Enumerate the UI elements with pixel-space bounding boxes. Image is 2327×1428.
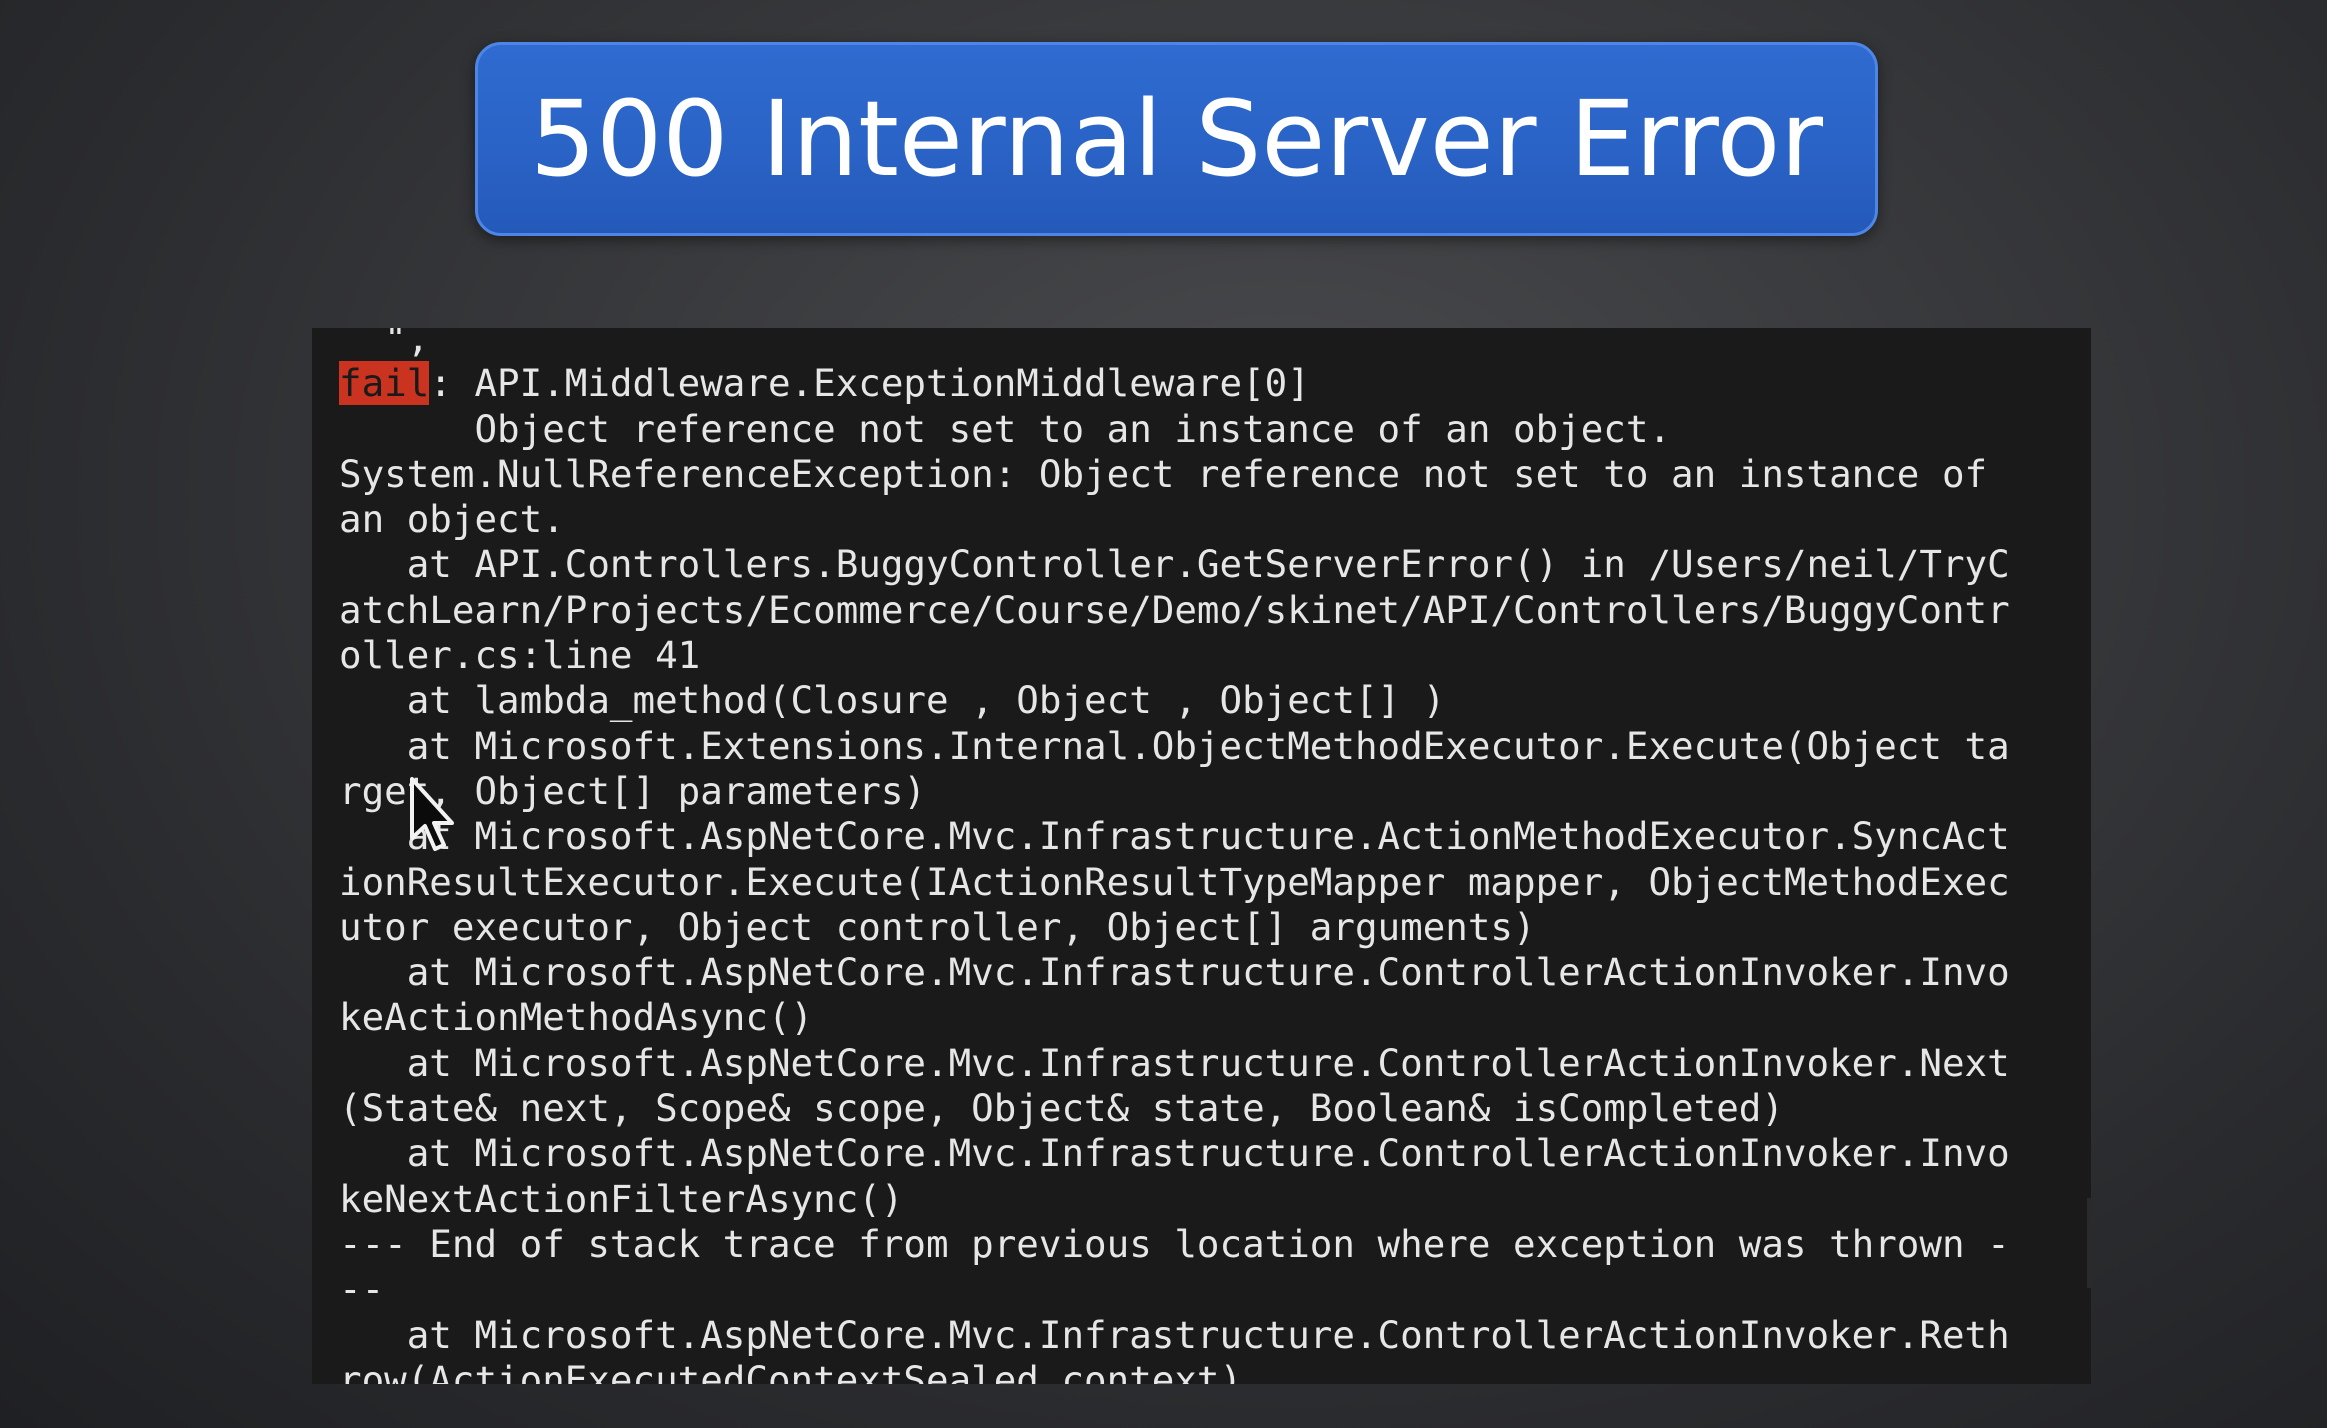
terminal-line-text: at lambda_method(Closure , Object , Obje… bbox=[339, 678, 1446, 723]
terminal-line-text: Object reference not set to an instance … bbox=[339, 406, 1672, 451]
terminal-line-text: ", bbox=[339, 328, 430, 360]
terminal-line: keActionMethodAsync() bbox=[339, 995, 2010, 1040]
terminal-line-text: row(ActionExecutedContextSealed context) bbox=[339, 1357, 1243, 1384]
mouse-pointer-icon bbox=[410, 777, 454, 851]
terminal-line: an object. bbox=[339, 497, 2010, 542]
terminal-line: System.NullReferenceException: Object re… bbox=[339, 452, 2010, 497]
terminal-line: at Microsoft.AspNetCore.Mvc.Infrastructu… bbox=[339, 1313, 2010, 1358]
scrollbar[interactable] bbox=[2087, 1198, 2091, 1288]
terminal-line: -- bbox=[339, 1267, 2010, 1312]
terminal-line: at Microsoft.AspNetCore.Mvc.Infrastructu… bbox=[339, 950, 2010, 995]
terminal-line: Object reference not set to an instance … bbox=[339, 407, 2010, 452]
terminal-line: rget, Object[] parameters) bbox=[339, 769, 2010, 814]
terminal-line: at Microsoft.AspNetCore.Mvc.Infrastructu… bbox=[339, 1131, 2010, 1176]
terminal-line: oller.cs:line 41 bbox=[339, 633, 2010, 678]
terminal-line: fail: API.Middleware.ExceptionMiddleware… bbox=[339, 361, 2010, 406]
terminal-line-text: atchLearn/Projects/Ecommerce/Course/Demo… bbox=[339, 587, 2010, 632]
terminal-line: at Microsoft.AspNetCore.Mvc.Infrastructu… bbox=[339, 1041, 2010, 1086]
title-banner: 500 Internal Server Error bbox=[475, 42, 1878, 236]
terminal-line: ", bbox=[339, 328, 2010, 361]
terminal-line: --- End of stack trace from previous loc… bbox=[339, 1222, 2010, 1267]
terminal-output[interactable]: ", fail: API.Middleware.ExceptionMiddlewa… bbox=[312, 328, 2091, 1384]
terminal-line: ionResultExecutor.Execute(IActionResultT… bbox=[339, 860, 2010, 905]
terminal-line: at Microsoft.Extensions.Internal.ObjectM… bbox=[339, 724, 2010, 769]
page-title: 500 Internal Server Error bbox=[529, 78, 1824, 200]
terminal-line: at API.Controllers.BuggyController.GetSe… bbox=[339, 542, 2010, 587]
terminal-line: (State& next, Scope& scope, Object& stat… bbox=[339, 1086, 2010, 1131]
terminal-line-text: --- End of stack trace from previous loc… bbox=[339, 1221, 2010, 1266]
log-level-badge: fail bbox=[339, 361, 430, 406]
terminal-line-text: at Microsoft.AspNetCore.Mvc.Infrastructu… bbox=[339, 1312, 2010, 1357]
terminal-line: keNextActionFilterAsync() bbox=[339, 1177, 2010, 1222]
terminal-line-text: : API.Middleware.ExceptionMiddleware[0] bbox=[429, 361, 1310, 406]
terminal-line: atchLearn/Projects/Ecommerce/Course/Demo… bbox=[339, 588, 2010, 633]
terminal-line-text: at API.Controllers.BuggyController.GetSe… bbox=[339, 542, 2010, 587]
terminal-line-text: at Microsoft.AspNetCore.Mvc.Infrastructu… bbox=[339, 1040, 2010, 1085]
terminal-line-text: at Microsoft.AspNetCore.Mvc.Infrastructu… bbox=[339, 814, 2010, 859]
terminal-line-text: keNextActionFilterAsync() bbox=[339, 1176, 904, 1221]
terminal-line-text: (State& next, Scope& scope, Object& stat… bbox=[339, 1086, 1784, 1131]
terminal-line-text: System.NullReferenceException: Object re… bbox=[339, 451, 1988, 496]
terminal-line: at Microsoft.AspNetCore.Mvc.Infrastructu… bbox=[339, 814, 2010, 859]
terminal-line: utor executor, Object controller, Object… bbox=[339, 905, 2010, 950]
terminal-line-text: at Microsoft.Extensions.Internal.ObjectM… bbox=[339, 723, 2010, 768]
terminal-line-text: -- bbox=[339, 1267, 385, 1312]
terminal-lines: ", fail: API.Middleware.ExceptionMiddlewa… bbox=[339, 328, 2010, 1384]
terminal-line-text: an object. bbox=[339, 497, 565, 542]
terminal-line: at lambda_method(Closure , Object , Obje… bbox=[339, 678, 2010, 723]
terminal-line: row(ActionExecutedContextSealed context) bbox=[339, 1358, 2010, 1384]
terminal-line-text: keActionMethodAsync() bbox=[339, 995, 814, 1040]
terminal-line-text: utor executor, Object controller, Object… bbox=[339, 904, 1536, 949]
terminal-line-text: at Microsoft.AspNetCore.Mvc.Infrastructu… bbox=[339, 950, 2010, 995]
terminal-line-text: at Microsoft.AspNetCore.Mvc.Infrastructu… bbox=[339, 1131, 2010, 1176]
terminal-line-text: oller.cs:line 41 bbox=[339, 633, 701, 678]
terminal-line-text: ionResultExecutor.Execute(IActionResultT… bbox=[339, 859, 2010, 904]
